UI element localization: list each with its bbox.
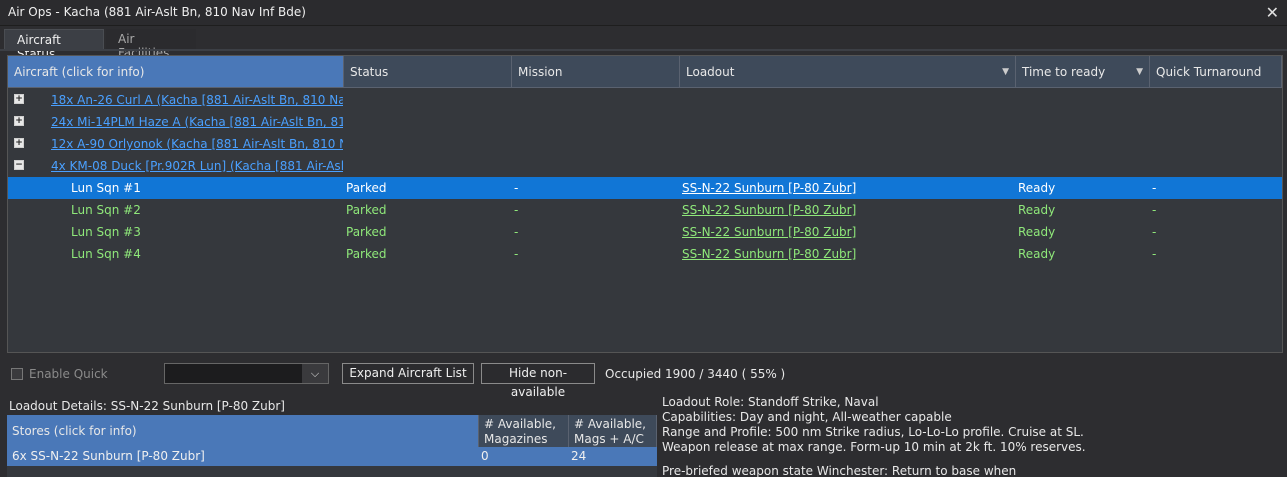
loadout-weapon-release: Weapon release at max range. Form-up 10 … (662, 440, 1086, 454)
aircraft-name[interactable]: Lun Sqn #4 (71, 247, 141, 261)
group-row[interactable]: − 4x KM-08 Duck [Pr.902R Lun] (Kacha [88… (8, 155, 1282, 177)
col-header-aircraft[interactable]: Aircraft (click for info) (8, 56, 344, 88)
occupied-readout: Occupied 1900 / 3440 ( 55% ) (605, 367, 786, 381)
group-label[interactable]: 24x Mi-14PLM Haze A (Kacha [881 Air-Aslt… (51, 115, 343, 129)
chevron-down-icon: ▼ (1136, 67, 1143, 77)
aircraft-name[interactable]: Lun Sqn #1 (71, 181, 141, 195)
time-to-ready-value: Ready (1018, 203, 1056, 217)
col-header-status[interactable]: Status (344, 56, 512, 88)
loadout-winchester: Pre-briefed weapon state Winchester: Ret… (662, 464, 1017, 477)
enable-quick-checkbox[interactable] (11, 368, 23, 380)
tab-underline (0, 49, 1287, 51)
quick-turnaround-value: - (1152, 203, 1157, 217)
tab-aircraft-status[interactable]: Aircraft Status (4, 29, 104, 61)
mission-value: - (514, 225, 519, 239)
group-label[interactable]: 18x An-26 Curl A (Kacha [881 Air-Aslt Bn… (51, 93, 343, 107)
quick-combo[interactable]: ⌵ (164, 363, 329, 384)
table-row[interactable]: Lun Sqn #2 Parked - SS-N-22 Sunburn [P-8… (8, 199, 1282, 221)
control-bar: Enable Quick ⌵ Expand Aircraft List Hide… (0, 360, 1287, 399)
quick-turnaround-value: - (1152, 247, 1157, 261)
expand-icon[interactable]: + (14, 116, 24, 126)
expand-icon[interactable]: + (14, 138, 24, 148)
group-label[interactable]: 12x A-90 Orlyonok (Kacha [881 Air-Aslt B… (51, 137, 343, 151)
time-to-ready-value: Ready (1018, 247, 1056, 261)
table-row[interactable]: 6x SS-N-22 Sunburn [P-80 Zubr] 0 24 (7, 447, 657, 466)
available-mags-ac-value: 24 (571, 449, 587, 463)
mission-value: - (514, 181, 519, 195)
col-header-available-mags-ac[interactable]: # Available, Mags + A/C (569, 415, 657, 447)
available-magazines-value: 0 (481, 449, 489, 463)
loadout-link[interactable]: SS-N-22 Sunburn [P-80 Zubr] (682, 225, 856, 239)
quick-turnaround-value: - (1152, 225, 1157, 239)
tab-bar: Aircraft Status Air Facilities (0, 27, 1287, 61)
col-header-loadout-label: Loadout (686, 65, 735, 79)
table-row[interactable]: Lun Sqn #4 Parked - SS-N-22 Sunburn [P-8… (8, 243, 1282, 265)
status-value: Parked (346, 247, 387, 261)
chevron-down-icon[interactable]: ⌵ (302, 364, 328, 383)
loadout-range-profile: Range and Profile: 500 nm Strike radius,… (662, 425, 1084, 439)
quick-turnaround-value: - (1152, 181, 1157, 195)
col-header-time-label: Time to ready (1022, 65, 1106, 79)
loadout-description: Loadout Role: Standoff Strike, Naval Cap… (662, 395, 1282, 477)
col-header-quick-turnaround[interactable]: Quick Turnaround (1150, 56, 1282, 88)
loadout-role: Loadout Role: Standoff Strike, Naval (662, 395, 879, 409)
collapse-icon[interactable]: − (14, 160, 24, 170)
expand-aircraft-list-button[interactable]: Expand Aircraft List (342, 363, 474, 384)
mission-value: - (514, 203, 519, 217)
window-title: Air Ops - Kacha (881 Air-Aslt Bn, 810 Na… (8, 5, 306, 19)
status-value: Parked (346, 181, 387, 195)
stores-table: Stores (click for info) # Available, Mag… (7, 415, 657, 477)
col-header-available-magazines[interactable]: # Available, Magazines (479, 415, 569, 447)
table-row[interactable]: Lun Sqn #1 Parked - SS-N-22 Sunburn [P-8… (8, 177, 1282, 199)
title-bar: Air Ops - Kacha (881 Air-Aslt Bn, 810 Na… (0, 0, 1287, 26)
group-row[interactable]: + 18x An-26 Curl A (Kacha [881 Air-Aslt … (8, 89, 1282, 111)
loadout-details-label: Loadout Details: SS-N-22 Sunburn [P-80 Z… (9, 399, 285, 413)
status-value: Parked (346, 225, 387, 239)
expand-icon[interactable]: + (14, 94, 24, 104)
table-row[interactable]: Lun Sqn #3 Parked - SS-N-22 Sunburn [P-8… (8, 221, 1282, 243)
group-row[interactable]: + 24x Mi-14PLM Haze A (Kacha [881 Air-As… (8, 111, 1282, 133)
tab-air-facilities[interactable]: Air Facilities (106, 29, 196, 60)
col-header-time-to-ready[interactable]: Time to ready ▼ (1016, 56, 1150, 88)
group-label[interactable]: 4x KM-08 Duck [Pr.902R Lun] (Kacha [881 … (51, 159, 343, 173)
status-value: Parked (346, 203, 387, 217)
loadout-link[interactable]: SS-N-22 Sunburn [P-80 Zubr] (682, 181, 856, 195)
close-icon[interactable]: ✕ (1266, 3, 1279, 22)
loadout-capabilities: Capabilities: Day and night, All-weather… (662, 410, 952, 424)
aircraft-grid: Aircraft (click for info) Status Mission… (7, 55, 1283, 353)
store-name[interactable]: 6x SS-N-22 Sunburn [P-80 Zubr] (12, 449, 205, 463)
aircraft-name[interactable]: Lun Sqn #2 (71, 203, 141, 217)
time-to-ready-value: Ready (1018, 225, 1056, 239)
loadout-link[interactable]: SS-N-22 Sunburn [P-80 Zubr] (682, 203, 856, 217)
hide-non-available-button[interactable]: Hide non-available (481, 363, 595, 399)
aircraft-name[interactable]: Lun Sqn #3 (71, 225, 141, 239)
chevron-down-icon: ▼ (1002, 67, 1009, 77)
enable-quick-label: Enable Quick (29, 367, 108, 381)
time-to-ready-value: Ready (1018, 181, 1056, 195)
group-row[interactable]: + 12x A-90 Orlyonok (Kacha [881 Air-Aslt… (8, 133, 1282, 155)
col-header-stores[interactable]: Stores (click for info) (7, 415, 479, 447)
loadout-link[interactable]: SS-N-22 Sunburn [P-80 Zubr] (682, 247, 856, 261)
col-header-loadout[interactable]: Loadout ▼ (680, 56, 1016, 88)
mission-value: - (514, 247, 519, 261)
col-header-mission[interactable]: Mission (512, 56, 680, 88)
